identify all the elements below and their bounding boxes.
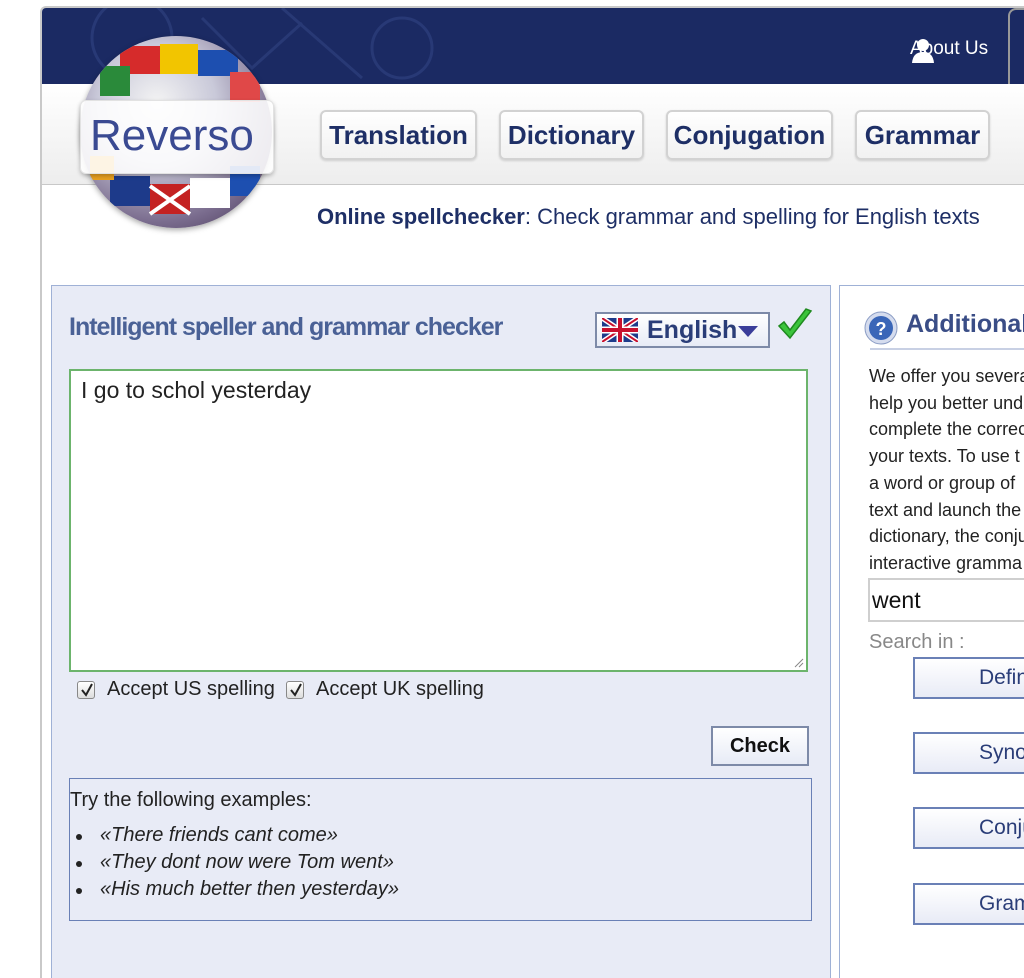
search-definition-button[interactable]: Defin	[913, 657, 1024, 699]
examples-title: Try the following examples:	[70, 789, 312, 811]
uk-flag-icon	[602, 318, 638, 342]
language-label: English	[647, 315, 738, 344]
additional-panel: ? Additional We offer you severa help yo…	[839, 285, 1024, 978]
description-line: help you better und	[869, 393, 1024, 413]
additional-title: Additional	[906, 310, 1024, 338]
search-grammar-button[interactable]: Gram	[913, 883, 1024, 925]
description-line: dictionary, the conju	[869, 526, 1024, 546]
example-item[interactable]: «There friends cant come»	[76, 824, 338, 847]
nav-conjugation-button[interactable]: Conjugation	[666, 110, 833, 160]
description-line: your texts. To use t	[869, 446, 1020, 466]
about-us-link[interactable]: About Us	[910, 38, 988, 63]
nav-grammar-button[interactable]: Grammar	[855, 110, 990, 160]
dropdown-arrow-icon	[738, 326, 758, 337]
accept-uk-option[interactable]: Accept UK spelling	[286, 678, 484, 701]
resize-grip-icon[interactable]	[794, 658, 804, 668]
title-divider	[870, 348, 1024, 350]
accept-us-checkbox[interactable]	[77, 680, 95, 699]
user-icon	[912, 39, 934, 63]
spellchecker-panel: Intelligent speller and grammar checker …	[51, 285, 831, 978]
subtitle-rest: : Check grammar and spelling for English…	[524, 204, 980, 229]
example-item[interactable]: «His much better then yesterday»	[75, 878, 399, 901]
nav-dictionary-button[interactable]: Dictionary	[499, 110, 644, 160]
accept-us-option[interactable]: Accept US spelling	[77, 678, 275, 701]
example-item[interactable]: «They dont now were Tom went»	[76, 851, 394, 874]
page-subtitle: Online spellchecker: Check grammar and s…	[317, 204, 980, 230]
accept-us-label: Accept US spelling	[107, 678, 275, 700]
accept-uk-checkbox[interactable]	[286, 680, 304, 699]
reverso-logo-text[interactable]: Reverso	[90, 111, 254, 161]
description-line: a word or group of	[869, 473, 1016, 493]
language-select[interactable]: English	[595, 312, 770, 348]
accept-uk-label: Accept UK spelling	[316, 678, 484, 700]
text-input-area[interactable]: I go to schol yesterday	[69, 369, 808, 672]
checker-title: Intelligent speller and grammar checker	[69, 313, 503, 341]
checkbox-check-icon	[290, 683, 302, 697]
description-line: text and launch the	[869, 500, 1022, 520]
check-button[interactable]: Check	[711, 726, 809, 766]
green-check-icon	[777, 308, 813, 340]
help-icon: ?	[864, 311, 898, 345]
description-line: We offer you severa	[869, 366, 1024, 386]
search-conjugation-button[interactable]: Conju	[913, 807, 1024, 849]
search-in-label: Search in :	[869, 631, 965, 653]
checkbox-check-icon	[81, 683, 93, 697]
examples-box: Try the following examples: «There frien…	[69, 778, 812, 921]
description-line: interactive gramma	[869, 553, 1023, 573]
nav-translation-button[interactable]: Translation	[320, 110, 477, 160]
description-line: complete the correc	[869, 419, 1024, 439]
word-search-input[interactable]	[868, 578, 1024, 622]
browser-page: About Us Translation Dictionary Conjugat…	[40, 6, 1024, 978]
subtitle-bold: Online spellchecker	[317, 204, 525, 229]
svg-text:?: ?	[876, 319, 887, 339]
search-synonyms-button[interactable]: Syno	[913, 732, 1024, 774]
